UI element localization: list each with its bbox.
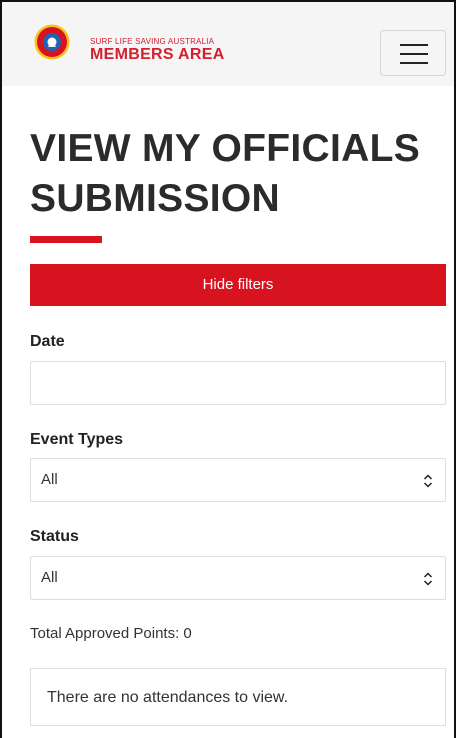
hide-filters-button[interactable]: Hide filters: [30, 264, 446, 306]
chevron-up-down-icon: [423, 474, 433, 488]
menu-toggle-button[interactable]: [380, 30, 446, 76]
event-types-value: All: [41, 471, 58, 488]
hamburger-icon: [400, 44, 428, 46]
total-approved-points: Total Approved Points: 0: [30, 625, 192, 642]
org-name-small: SURF LIFE SAVING AUSTRALIA: [90, 37, 215, 46]
page-title: VIEW MY OFFICIALS SUBMISSION: [30, 127, 421, 220]
date-input[interactable]: [30, 361, 446, 405]
date-label: Date: [30, 333, 65, 350]
chevron-up-down-icon: [423, 572, 433, 586]
title-underline: [30, 236, 102, 243]
members-area-title[interactable]: MEMBERS AREA: [90, 46, 225, 64]
hamburger-icon-line: [400, 62, 428, 64]
status-value: All: [41, 569, 58, 586]
surf-life-saving-logo[interactable]: [34, 24, 70, 60]
status-select[interactable]: All: [30, 556, 446, 600]
hamburger-icon-line: [400, 53, 428, 55]
attendances-panel: There are no attendances to view.: [30, 668, 446, 726]
event-types-label: Event Types: [30, 431, 124, 448]
empty-state-message: There are no attendances to view.: [47, 689, 289, 706]
event-types-select[interactable]: All: [30, 458, 446, 502]
site-header: SURF LIFE SAVING AUSTRALIA MEMBERS AREA: [2, 2, 454, 86]
status-label: Status: [30, 528, 79, 545]
